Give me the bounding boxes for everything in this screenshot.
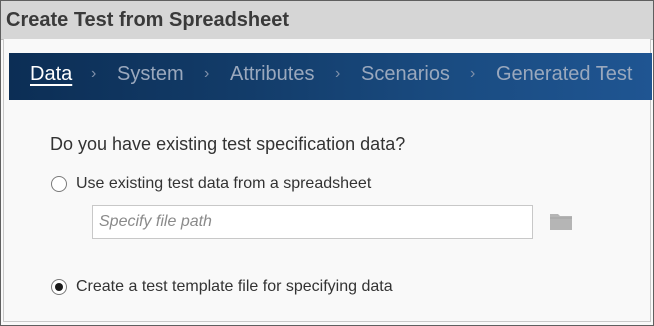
wizard-step-scenarios[interactable]: Scenarios [361,63,450,86]
folder-icon[interactable] [549,210,573,232]
radio-create-template[interactable] [51,279,67,295]
wizard-step-data[interactable]: Data [30,63,72,86]
wizard-step-system[interactable]: System [117,63,184,86]
chevron-right-icon: › [470,65,476,82]
chevron-right-icon: › [204,65,210,82]
wizard-step-generated-test[interactable]: Generated Test [496,63,632,86]
radio-use-existing-data[interactable] [51,176,67,192]
title-bar: Create Test from Spreadsheet [1,1,653,40]
data-question: Do you have existing test specification … [50,134,406,154]
dialog-title: Create Test from Spreadsheet [6,9,290,31]
chevron-right-icon: › [335,65,341,82]
wizard-step-bar: Data › System › Attributes › Scenarios ›… [9,53,652,100]
wizard-step-attributes[interactable]: Attributes [230,63,314,86]
chevron-right-icon: › [91,65,97,82]
file-path-input[interactable] [92,205,533,239]
option-label-use-existing-data[interactable]: Use existing test data from a spreadshee… [76,175,371,193]
option-label-create-template[interactable]: Create a test template file for specifyi… [76,278,393,296]
